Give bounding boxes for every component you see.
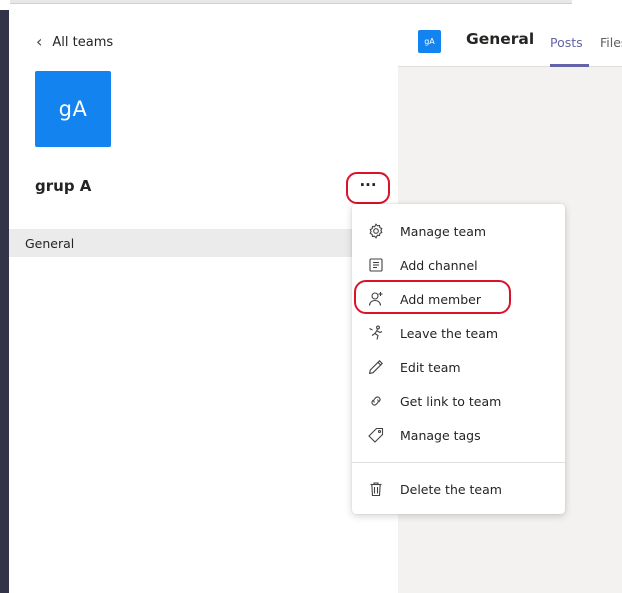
app-bar	[0, 10, 9, 593]
menu-divider	[352, 462, 565, 463]
menu-item-label: Manage tags	[400, 427, 481, 443]
menu-item-manage-team[interactable]: Manage team	[352, 216, 565, 246]
team-avatar: gA	[35, 71, 111, 147]
more-options-button[interactable]: ···	[346, 172, 390, 204]
more-options-icon: ···	[359, 175, 377, 194]
tag-icon	[367, 426, 385, 444]
channel-item-general[interactable]: General	[9, 229, 398, 257]
menu-item-get-link[interactable]: Get link to team	[352, 386, 565, 416]
trash-icon	[367, 480, 385, 498]
menu-item-label: Add channel	[400, 257, 478, 273]
channel-header: gA General Posts Files	[398, 10, 622, 67]
menu-item-add-channel[interactable]: Add channel	[352, 250, 565, 280]
team-sidebar: ‹ All teams gA grup A ··· General	[9, 10, 398, 593]
menu-item-label: Leave the team	[400, 325, 499, 341]
all-teams-label: All teams	[52, 34, 114, 50]
menu-item-delete-team[interactable]: Delete the team	[352, 474, 565, 504]
channel-label: General	[25, 235, 75, 251]
menu-item-label: Delete the team	[400, 481, 502, 497]
pencil-icon	[367, 358, 385, 376]
team-avatar-initials: gA	[58, 97, 88, 121]
team-name: grup A	[35, 177, 92, 195]
all-teams-link[interactable]: ‹ All teams	[36, 34, 113, 50]
menu-item-label: Manage team	[400, 223, 487, 239]
menu-item-label: Get link to team	[400, 393, 502, 409]
menu-item-manage-tags[interactable]: Manage tags	[352, 420, 565, 450]
menu-item-edit-team[interactable]: Edit team	[352, 352, 565, 382]
leave-icon	[367, 324, 385, 342]
team-options-menu: Manage team Add channel Add member Leave…	[352, 204, 565, 514]
active-tab-indicator	[550, 64, 589, 67]
channel-avatar-initials: gA	[424, 37, 435, 46]
tab-files[interactable]: Files	[600, 35, 622, 50]
channel-title: General	[466, 30, 535, 48]
channel-team-avatar: gA	[418, 30, 441, 53]
window-top-edge	[10, 0, 572, 4]
chevron-left-icon: ‹	[36, 32, 43, 51]
channel-list-icon	[367, 256, 385, 274]
menu-item-label: Edit team	[400, 359, 461, 375]
tab-posts[interactable]: Posts	[550, 35, 583, 50]
menu-item-label: Add member	[400, 291, 481, 307]
link-icon	[367, 392, 385, 410]
gear-icon	[367, 222, 385, 240]
add-person-icon	[367, 290, 385, 308]
menu-item-add-member[interactable]: Add member	[352, 284, 565, 314]
menu-item-leave-team[interactable]: Leave the team	[352, 318, 565, 348]
